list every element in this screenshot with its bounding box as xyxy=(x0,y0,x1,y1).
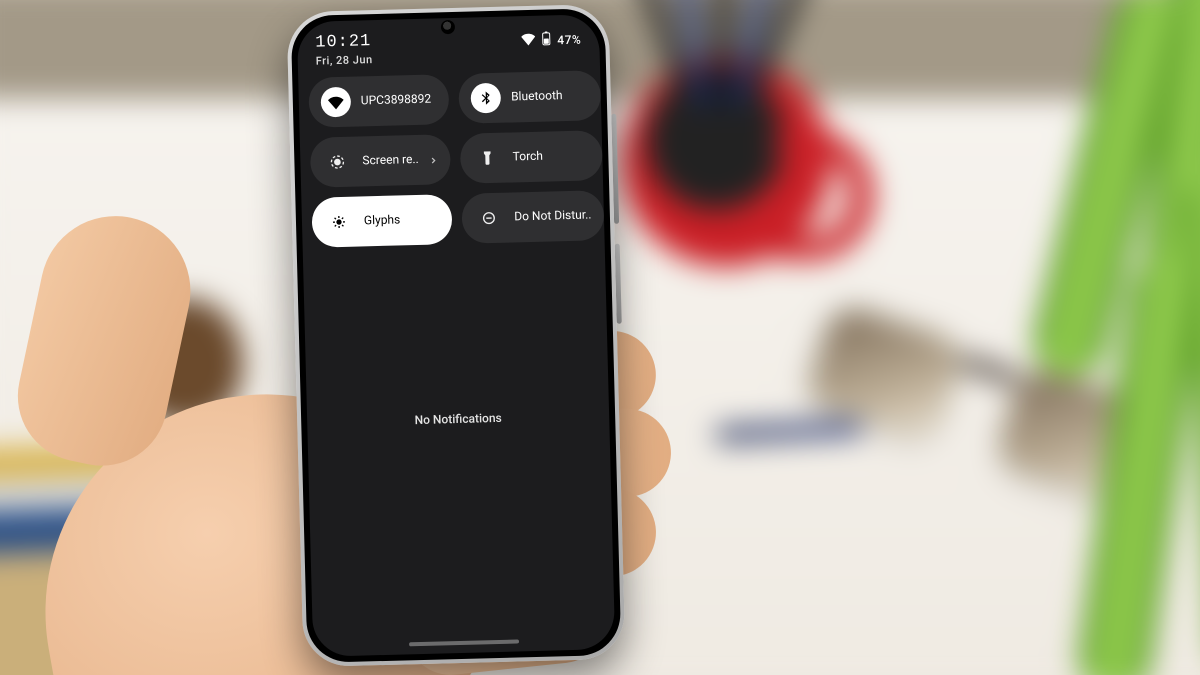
quick-settings-panel: UPC3898892 Bluetooth Screen re.. xyxy=(298,60,605,248)
dnd-label: Do Not Distur.. xyxy=(514,209,592,225)
wifi-label: UPC3898892 xyxy=(361,93,438,109)
battery-status-icon xyxy=(541,31,551,48)
wifi-tile[interactable]: UPC3898892 xyxy=(308,74,450,128)
wifi-icon xyxy=(320,87,351,118)
bluetooth-tile[interactable]: Bluetooth xyxy=(458,70,600,124)
screen-record-icon xyxy=(322,147,353,178)
phone-screen[interactable]: 10:21 Fri, 28 Jun 47% UPC3898892 xyxy=(297,14,616,657)
home-indicator[interactable] xyxy=(409,639,519,646)
torch-tile[interactable]: Torch xyxy=(460,130,602,184)
status-date: Fri, 28 Jun xyxy=(316,53,373,67)
bluetooth-icon xyxy=(471,83,502,114)
glyphs-label: Glyphs xyxy=(364,212,441,228)
wifi-status-icon xyxy=(521,32,535,49)
dnd-icon xyxy=(474,203,505,234)
phone: 10:21 Fri, 28 Jun 47% UPC3898892 xyxy=(286,4,625,667)
screen-record-tile[interactable]: Screen re.. xyxy=(310,134,452,188)
torch-icon xyxy=(472,143,503,174)
clock: 10:21 xyxy=(315,32,372,52)
chevron-right-icon xyxy=(428,150,438,169)
no-notifications-text: No Notifications xyxy=(307,408,609,430)
glyphs-tile[interactable]: Glyphs xyxy=(311,194,453,248)
bluetooth-label: Bluetooth xyxy=(511,89,589,105)
glyphs-icon xyxy=(324,207,355,238)
battery-percent: 47% xyxy=(557,32,581,47)
screen-record-label: Screen re.. xyxy=(362,153,419,168)
dnd-tile[interactable]: Do Not Distur.. xyxy=(462,190,604,244)
torch-label: Torch xyxy=(513,149,591,165)
